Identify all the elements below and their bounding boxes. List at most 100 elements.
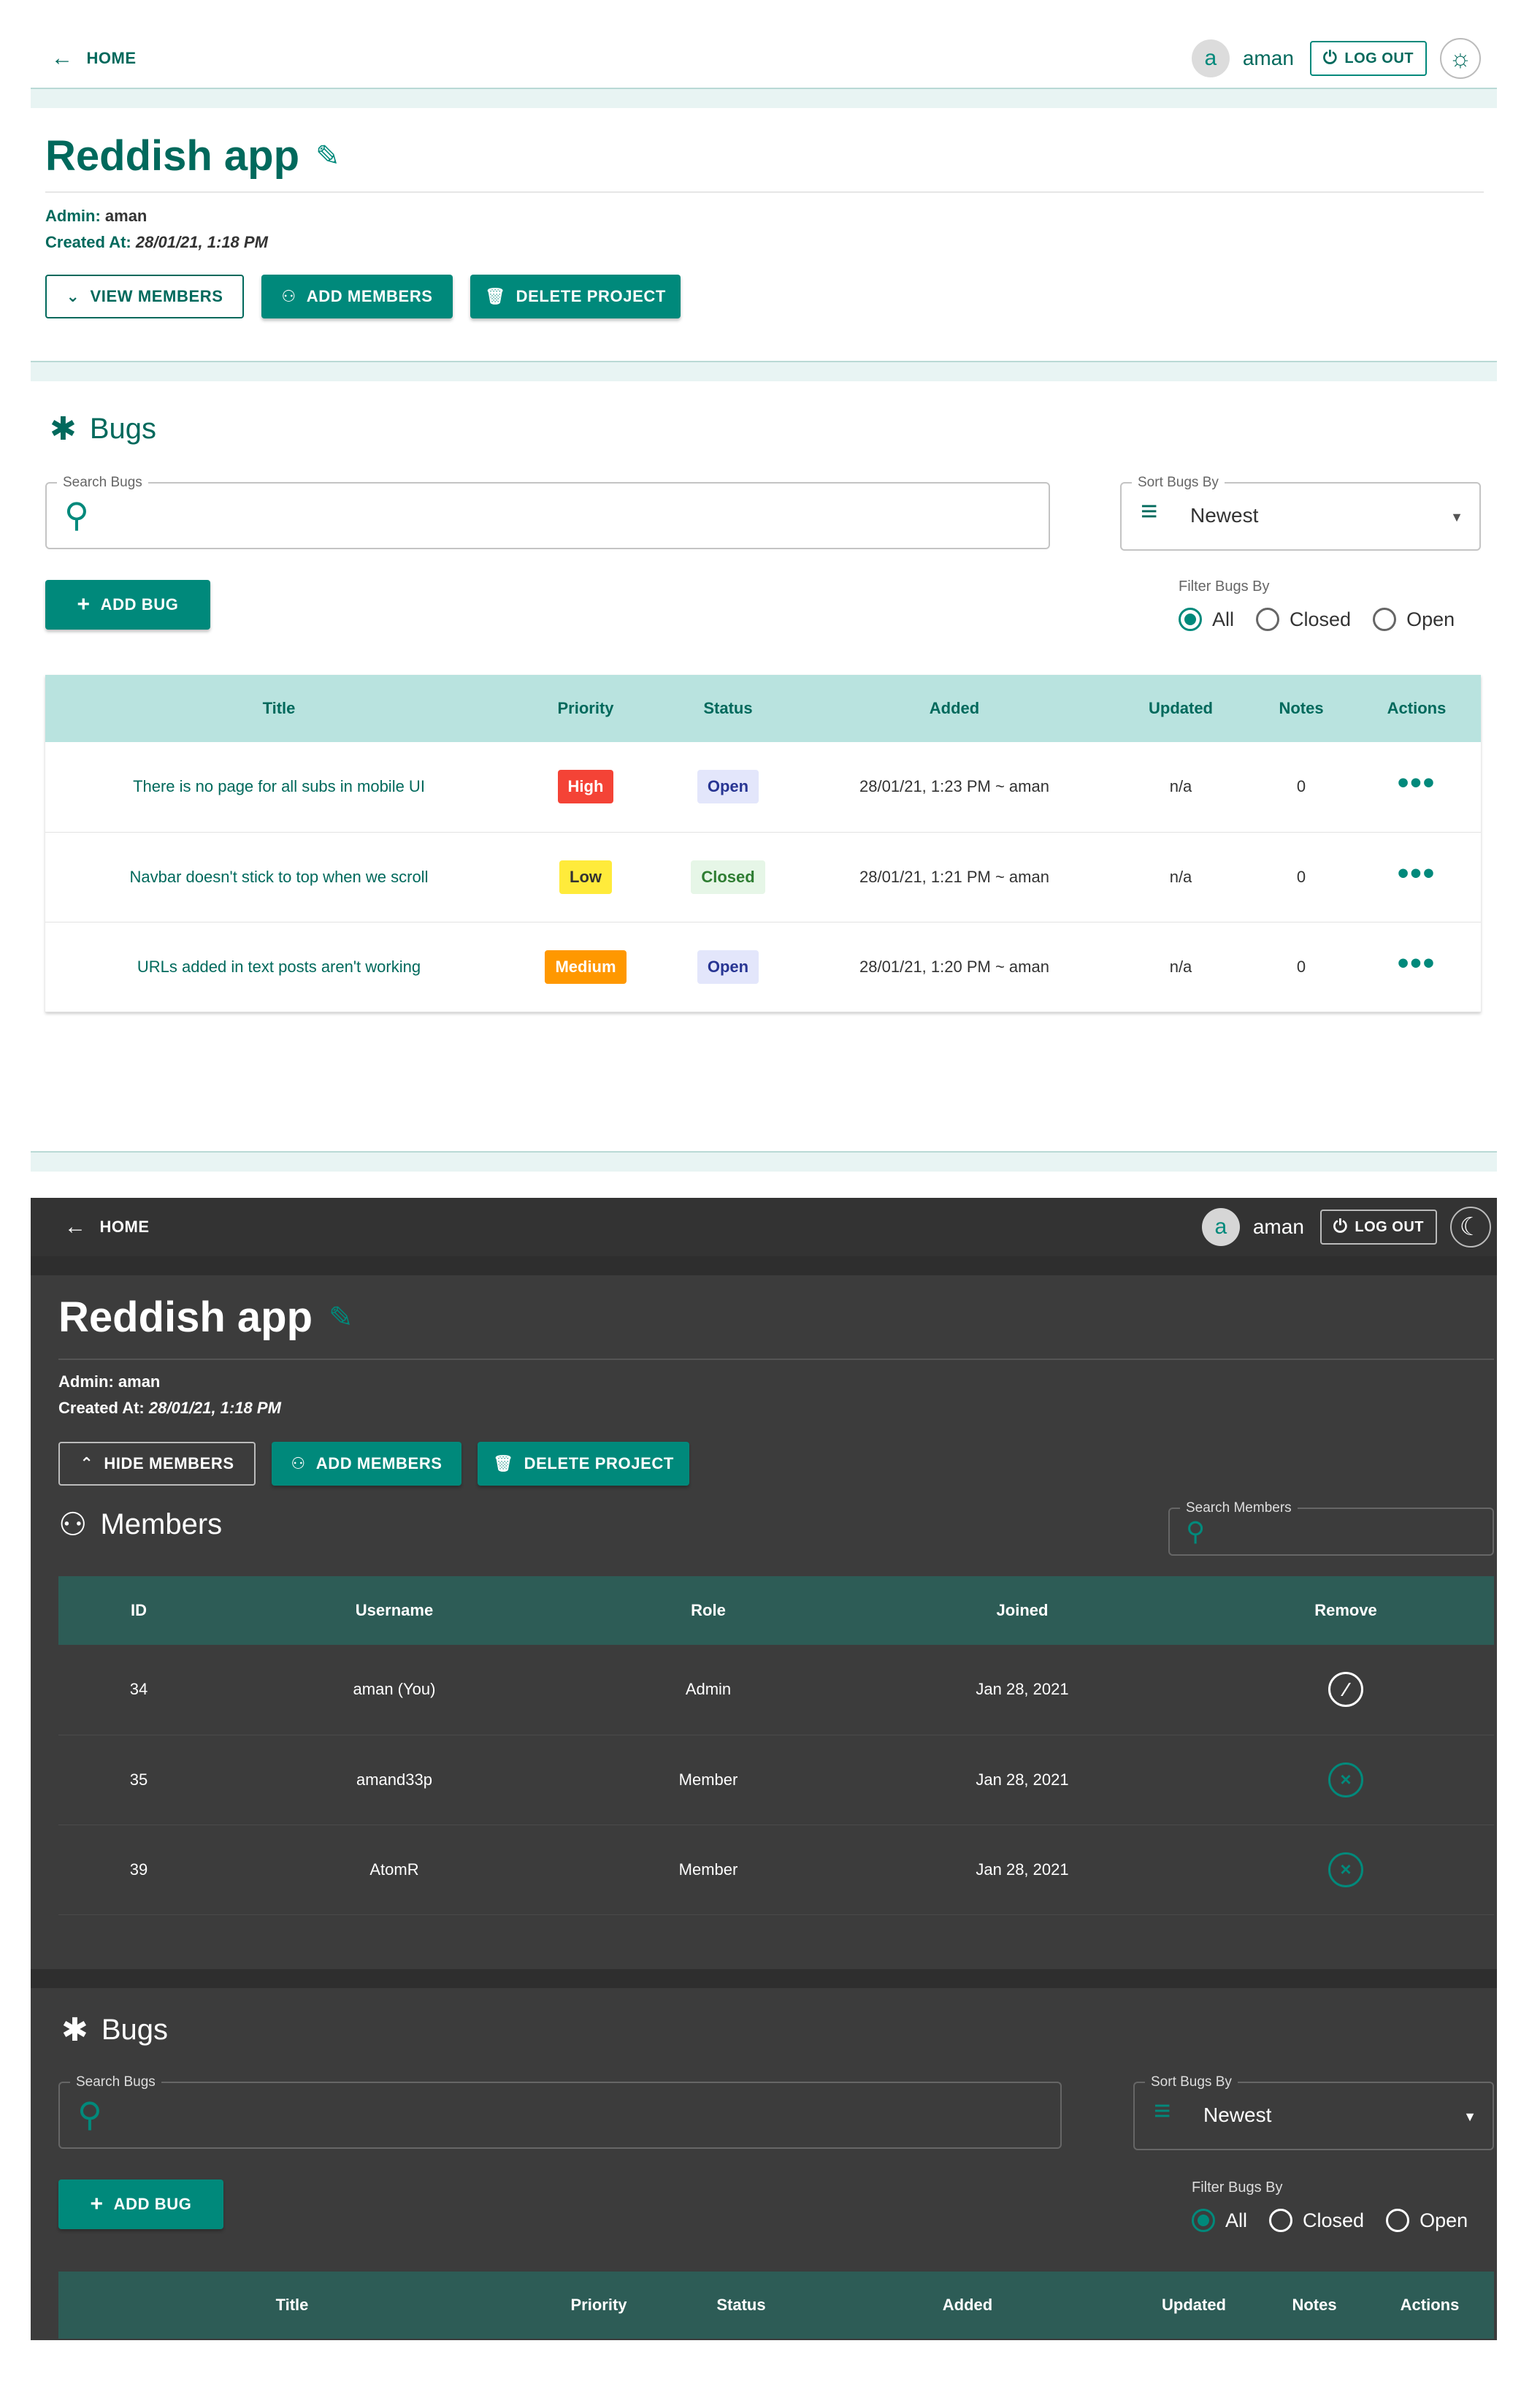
radio-unchecked-icon: [1269, 2209, 1293, 2232]
avatar-letter: a: [1204, 46, 1217, 70]
view-members-button[interactable]: ⌄ VIEW MEMBERS: [45, 275, 244, 318]
search-members-field[interactable]: Search Members ⚲: [1168, 1500, 1494, 1556]
filter-open-option[interactable]: Open: [1373, 608, 1455, 631]
col-joined: Joined: [996, 1601, 1049, 1619]
filter-closed-label: Closed: [1303, 2209, 1365, 2231]
remove-member-icon[interactable]: ×: [1328, 1852, 1363, 1887]
table-header-row: ID Username Role Joined Remove: [58, 1576, 1494, 1645]
table-row: 39 AtomR Member Jan 28, 2021 ×: [58, 1825, 1494, 1915]
bug-added: 28/01/21, 1:21 PM ~ aman: [797, 832, 1111, 922]
filter-open-option[interactable]: Open: [1386, 2209, 1468, 2232]
member-role: Admin: [570, 1645, 847, 1735]
col-added[interactable]: Added: [811, 2272, 1125, 2339]
col-username: Username: [355, 1601, 434, 1619]
more-actions-icon[interactable]: •••: [1398, 855, 1436, 891]
col-added[interactable]: Added: [797, 675, 1111, 742]
bug-title[interactable]: Navbar doesn't stick to top when we scro…: [45, 832, 513, 922]
more-actions-icon[interactable]: •••: [1398, 945, 1436, 981]
light-theme-screen: ← HOME a aman ⏻ LOG OUT ☼ Reddish app ✎ …: [0, 0, 1540, 1198]
more-actions-icon[interactable]: •••: [1398, 765, 1436, 801]
filter-all-label: All: [1225, 2209, 1248, 2231]
col-updated[interactable]: Updated: [1125, 2272, 1263, 2339]
title-divider: [58, 1359, 1494, 1360]
plus-icon: +: [77, 592, 91, 616]
bug-notes: 0: [1250, 922, 1352, 1012]
view-members-label: VIEW MEMBERS: [90, 287, 223, 305]
bug-notes: 0: [1250, 742, 1352, 833]
col-title[interactable]: Title: [45, 675, 513, 742]
col-updated[interactable]: Updated: [1111, 675, 1250, 742]
search-icon: ⚲: [64, 496, 89, 534]
avatar[interactable]: a: [1201, 1208, 1240, 1246]
col-status[interactable]: Status: [672, 2272, 811, 2339]
priority-chip: High: [557, 770, 614, 804]
bug-updated: n/a: [1111, 832, 1250, 922]
username: aman: [1252, 1215, 1304, 1238]
status-chip: Closed: [691, 860, 765, 894]
sort-bugs-select[interactable]: Sort Bugs By ≡ Newest ▼: [1133, 2074, 1494, 2150]
col-notes[interactable]: Notes: [1250, 675, 1352, 742]
home-link[interactable]: ← HOME: [64, 1215, 150, 1239]
home-link[interactable]: ← HOME: [51, 46, 137, 71]
search-bugs-field[interactable]: Search Bugs ⚲: [58, 2074, 1062, 2149]
filter-closed-label: Closed: [1290, 608, 1352, 630]
power-icon: ⏻: [1322, 48, 1338, 68]
delete-project-button[interactable]: 🗑 DELETE PROJECT: [470, 275, 681, 318]
radio-checked-icon: [1179, 608, 1202, 631]
table-row[interactable]: Navbar doesn't stick to top when we scro…: [45, 832, 1481, 922]
dropdown-caret-icon: ▼: [1450, 510, 1463, 524]
logout-button[interactable]: ⏻ LOG OUT: [1319, 1210, 1437, 1245]
edit-pencil-icon[interactable]: ✎: [315, 140, 340, 173]
member-role: Member: [570, 1735, 847, 1825]
bug-icon: ✱: [50, 411, 77, 447]
filter-closed-option[interactable]: Closed: [1269, 2209, 1364, 2232]
remove-member-icon[interactable]: ×: [1328, 1762, 1363, 1797]
admin-label: Admin:: [45, 207, 101, 225]
bug-title[interactable]: URLs added in text posts aren't working: [45, 922, 513, 1012]
sort-value: Newest: [1190, 504, 1259, 527]
sort-value: Newest: [1203, 2104, 1272, 2126]
add-members-button[interactable]: ⚇ ADD MEMBERS: [272, 1442, 461, 1486]
edit-pencil-icon[interactable]: ✎: [329, 1301, 353, 1334]
add-members-button[interactable]: ⚇ ADD MEMBERS: [261, 275, 453, 318]
title-divider: [45, 191, 1484, 193]
avatar-letter: a: [1214, 1215, 1227, 1239]
radio-checked-icon: [1192, 2209, 1215, 2232]
add-bug-button[interactable]: + ADD BUG: [58, 2179, 223, 2229]
page-title: Reddish app: [45, 132, 300, 180]
theme-toggle-button[interactable]: ☾: [1450, 1207, 1491, 1248]
divider-band: [31, 1151, 1497, 1172]
plus-icon: +: [90, 2192, 104, 2216]
table-row[interactable]: URLs added in text posts aren't working …: [45, 922, 1481, 1012]
col-title[interactable]: Title: [58, 2272, 526, 2339]
col-notes[interactable]: Notes: [1263, 2272, 1365, 2339]
bug-title[interactable]: There is no page for all subs in mobile …: [45, 742, 513, 833]
power-icon: ⏻: [1333, 1217, 1348, 1237]
members-heading-text: Members: [100, 1508, 223, 1540]
sort-bugs-label: Sort Bugs By: [1145, 2074, 1238, 2090]
filter-radio-group: All Closed Open: [1192, 2209, 1478, 2232]
filter-all-option[interactable]: All: [1192, 2209, 1247, 2232]
filter-all-option[interactable]: All: [1179, 608, 1234, 631]
filter-closed-option[interactable]: Closed: [1256, 608, 1351, 631]
member-joined: Jan 28, 2021: [847, 1645, 1198, 1735]
theme-toggle-button[interactable]: ☼: [1440, 38, 1481, 79]
col-status[interactable]: Status: [659, 675, 797, 742]
search-bugs-field[interactable]: Search Bugs ⚲: [45, 475, 1050, 549]
bug-notes: 0: [1250, 832, 1352, 922]
col-priority[interactable]: Priority: [526, 2272, 672, 2339]
table-row[interactable]: There is no page for all subs in mobile …: [45, 742, 1481, 833]
sort-bugs-select[interactable]: Sort Bugs By ≡ Newest ▼: [1120, 475, 1481, 551]
avatar[interactable]: a: [1191, 39, 1230, 77]
col-priority[interactable]: Priority: [513, 675, 659, 742]
people-icon: ⚇: [58, 1507, 88, 1543]
logout-button[interactable]: ⏻ LOG OUT: [1309, 41, 1427, 76]
home-label: HOME: [99, 1218, 150, 1236]
hide-members-button[interactable]: ⌃ HIDE MEMBERS: [58, 1442, 256, 1486]
radio-unchecked-icon: [1256, 608, 1280, 631]
add-bug-button[interactable]: + ADD BUG: [45, 580, 210, 630]
add-members-label: ADD MEMBERS: [315, 1454, 443, 1472]
sort-icon: ≡: [1154, 2095, 1171, 2127]
delete-project-button[interactable]: 🗑 DELETE PROJECT: [478, 1442, 689, 1486]
filter-all-label: All: [1212, 608, 1235, 630]
